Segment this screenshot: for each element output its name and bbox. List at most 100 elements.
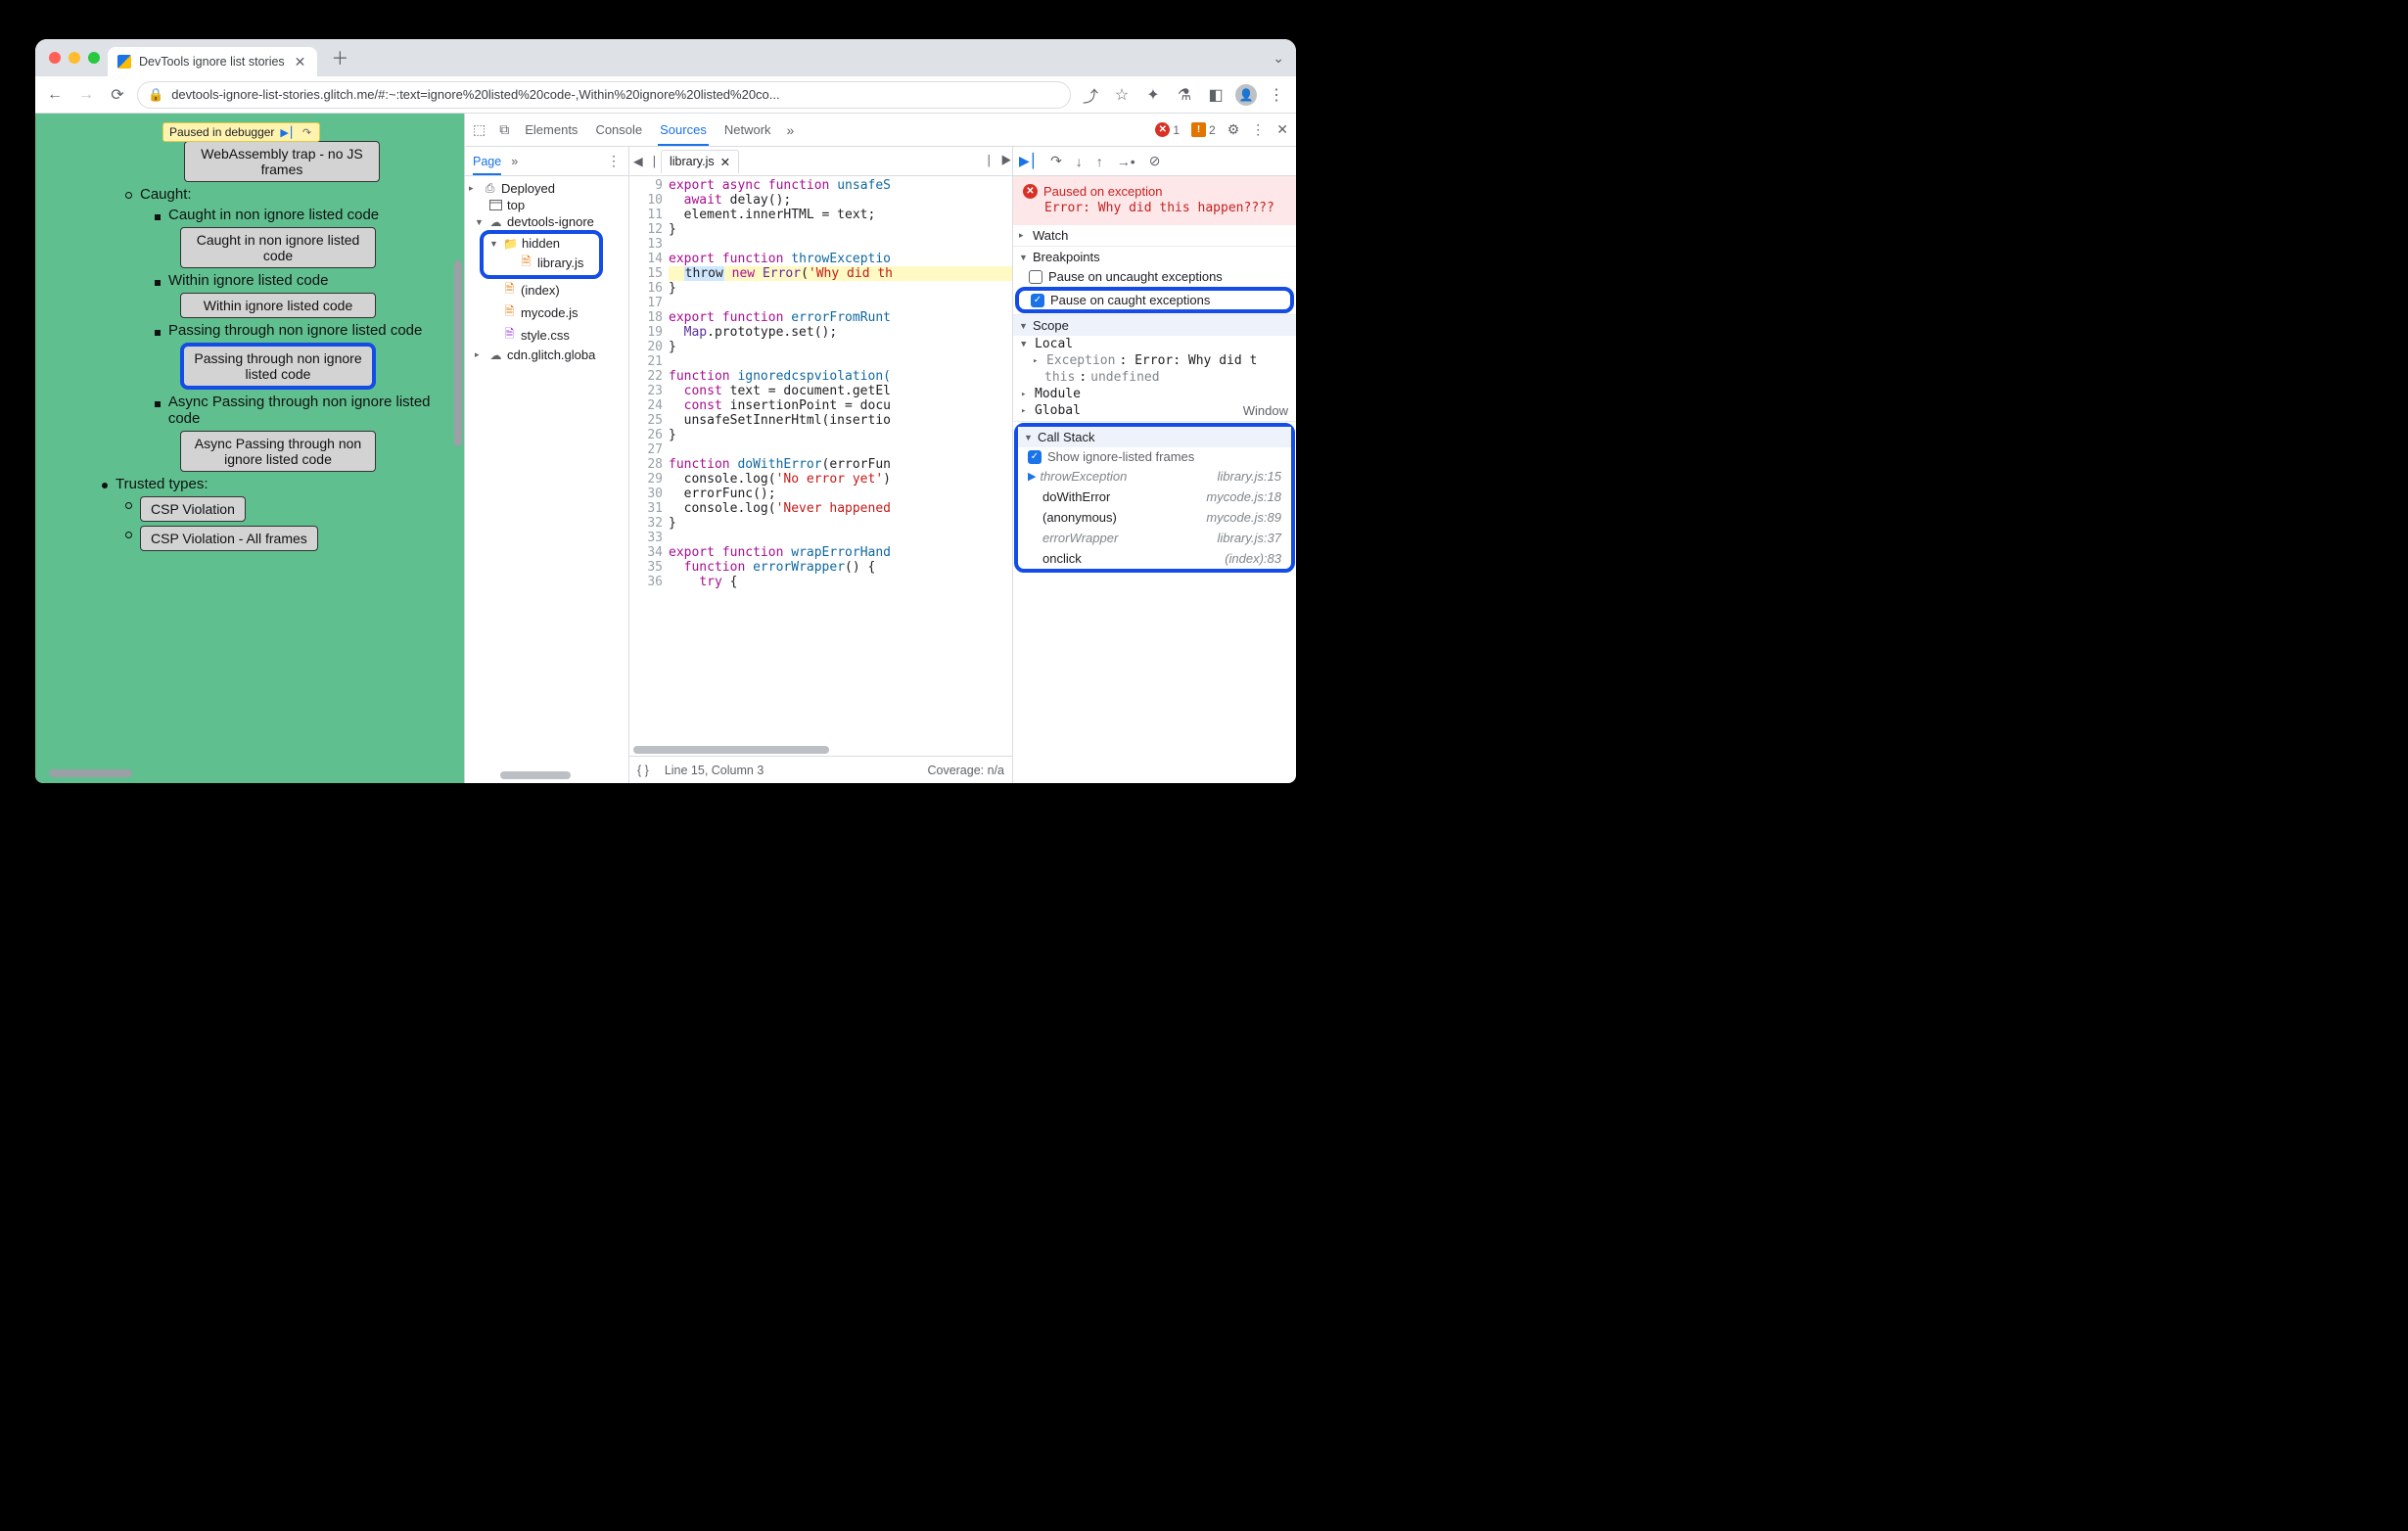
page-scrollbar-horizontal[interactable] bbox=[49, 769, 132, 777]
wasm-trap-button[interactable]: WebAssembly trap - no JS frames bbox=[184, 141, 380, 182]
scope-header[interactable]: ▼Scope bbox=[1013, 315, 1296, 336]
tree-deployed[interactable]: ▸⎙Deployed bbox=[467, 180, 626, 197]
resume-icon[interactable]: ▶⎮ bbox=[280, 125, 294, 139]
device-toggle-button[interactable]: ⧉ bbox=[499, 121, 509, 138]
close-devtools-button[interactable]: ✕ bbox=[1276, 121, 1288, 138]
bullet-icon bbox=[155, 330, 161, 336]
deactivate-breakpoints-button[interactable]: ⊘ bbox=[1149, 153, 1161, 169]
back-button[interactable]: ← bbox=[43, 83, 67, 107]
scope-this[interactable]: this: undefined bbox=[1017, 369, 1292, 386]
call-stack-frame[interactable]: ▶throwExceptionlibrary.js:15 bbox=[1018, 466, 1291, 487]
step-over-icon[interactable]: ↷ bbox=[300, 125, 313, 139]
resume-button[interactable]: ▶⎮ bbox=[1019, 153, 1037, 169]
pause-uncaught-row[interactable]: Pause on uncaught exceptions bbox=[1013, 267, 1296, 286]
cursor-position: Line 15, Column 3 bbox=[665, 764, 764, 777]
browser-menu-button[interactable]: ⋮ bbox=[1265, 83, 1288, 107]
js-file-icon: 🗎 bbox=[502, 302, 517, 323]
tree-cdn[interactable]: ▸☁cdn.glitch.globa bbox=[467, 347, 626, 363]
page-viewport: Paused in debugger ▶⎮ ↷ WebAssembly trap… bbox=[35, 114, 465, 783]
scope-global[interactable]: ▸GlobalWindow bbox=[1017, 402, 1292, 419]
tab-elements[interactable]: Elements bbox=[523, 114, 579, 146]
editor-tab-library[interactable]: library.js ✕ bbox=[661, 150, 739, 173]
async-passing-button[interactable]: Async Passing through non ignore listed … bbox=[180, 431, 376, 472]
call-stack-header[interactable]: ▼Call Stack bbox=[1018, 427, 1291, 447]
code-editor: ◀⎹ library.js ✕ ⎸▶ 910111213141516171819… bbox=[629, 147, 1013, 783]
step-out-button[interactable]: ↑ bbox=[1096, 154, 1103, 169]
inspect-element-button[interactable]: ⬚ bbox=[473, 121, 486, 138]
navigator-menu-button[interactable]: ⋮ bbox=[607, 153, 621, 169]
labs-button[interactable]: ⚗ bbox=[1173, 83, 1196, 107]
tab-page[interactable]: Page bbox=[473, 148, 501, 175]
code-area[interactable]: 9101112131415161718192021222324252627282… bbox=[629, 176, 1012, 756]
close-tab-button[interactable]: ✕ bbox=[293, 54, 308, 70]
scope-section: ▼Scope ▼Local ▸Exception: Error: Why did… bbox=[1013, 315, 1296, 422]
tab-sources[interactable]: Sources bbox=[658, 114, 709, 146]
tree-mycode-file[interactable]: 🗎mycode.js bbox=[467, 302, 626, 324]
bullet-icon bbox=[125, 192, 132, 199]
breakpoints-header[interactable]: ▼Breakpoints bbox=[1013, 247, 1296, 267]
scope-local[interactable]: ▼Local bbox=[1017, 336, 1292, 352]
close-tab-icon[interactable]: ✕ bbox=[720, 155, 730, 169]
tree-scrollbar-horizontal[interactable] bbox=[500, 771, 571, 779]
settings-button[interactable]: ⚙ bbox=[1227, 121, 1240, 138]
tree-hidden-folder[interactable]: ▼📁hidden bbox=[484, 235, 599, 252]
bookmark-button[interactable]: ☆ bbox=[1110, 83, 1134, 107]
bullet-icon bbox=[155, 214, 161, 220]
extensions-button[interactable]: ✦ bbox=[1141, 83, 1165, 107]
tree-index-file[interactable]: 🗎(index) bbox=[467, 279, 626, 302]
passing-through-button[interactable]: Passing through non ignore listed code bbox=[180, 343, 376, 390]
pause-caught-highlight: ✓Pause on caught exceptions bbox=[1015, 287, 1294, 313]
reload-button[interactable]: ⟳ bbox=[106, 83, 129, 107]
tree-top[interactable]: top bbox=[467, 197, 626, 213]
call-stack-frame[interactable]: doWithErrormycode.js:18 bbox=[1018, 487, 1291, 507]
scope-module[interactable]: ▸Module bbox=[1017, 386, 1292, 402]
csp-violation-button[interactable]: CSP Violation bbox=[140, 496, 246, 522]
tab-console[interactable]: Console bbox=[593, 114, 644, 146]
sources-navigator: Page » ⋮ ▸⎙Deployed top ▼☁devtools-ignor… bbox=[465, 147, 629, 783]
nav-fwd-button[interactable]: ⎸▶ bbox=[989, 154, 1008, 168]
tree-library-file[interactable]: 🗎library.js bbox=[484, 252, 599, 274]
call-stack-frame[interactable]: (anonymous)mycode.js:89 bbox=[1018, 507, 1291, 528]
profile-avatar[interactable]: 👤 bbox=[1235, 84, 1257, 106]
errors-count[interactable]: ✕1 bbox=[1155, 122, 1180, 137]
side-panel-button[interactable]: ◧ bbox=[1204, 83, 1227, 107]
show-ignore-listed-row[interactable]: ✓Show ignore-listed frames bbox=[1018, 447, 1291, 466]
more-tabs-button[interactable]: » bbox=[511, 155, 518, 168]
call-stack-frame[interactable]: errorWrapperlibrary.js:37 bbox=[1018, 528, 1291, 548]
new-tab-button[interactable]: ＋ bbox=[325, 45, 354, 70]
scope-exception[interactable]: ▸Exception: Error: Why did t bbox=[1017, 352, 1292, 369]
csp-violation-all-button[interactable]: CSP Violation - All frames bbox=[140, 526, 318, 551]
browser-tab[interactable]: DevTools ignore list stories ✕ bbox=[108, 47, 317, 76]
checkbox-checked[interactable]: ✓ bbox=[1028, 450, 1042, 464]
url-text: devtools-ignore-list-stories.glitch.me/#… bbox=[171, 87, 779, 102]
call-stack-frame[interactable]: onclick(index):83 bbox=[1018, 548, 1291, 569]
page-scrollbar-vertical[interactable] bbox=[454, 260, 462, 446]
tree-domain[interactable]: ▼☁devtools-ignore bbox=[467, 213, 626, 230]
devtools-menu-button[interactable]: ⋮ bbox=[1251, 121, 1265, 138]
warnings-count[interactable]: !2 bbox=[1191, 122, 1216, 137]
tab-network[interactable]: Network bbox=[722, 114, 773, 146]
nav-back-button[interactable]: ◀⎹ bbox=[633, 154, 653, 169]
checkbox-checked[interactable]: ✓ bbox=[1031, 294, 1044, 307]
warning-icon: ! bbox=[1191, 122, 1206, 137]
step-into-button[interactable]: ↓ bbox=[1076, 154, 1083, 169]
watch-header[interactable]: ▸Watch bbox=[1013, 225, 1296, 246]
step-button[interactable]: →• bbox=[1117, 154, 1135, 169]
minimize-window-button[interactable] bbox=[69, 52, 80, 64]
caught-non-ignore-button[interactable]: Caught in non ignore listed code bbox=[180, 227, 376, 268]
format-button[interactable]: { } bbox=[637, 764, 649, 777]
close-window-button[interactable] bbox=[49, 52, 61, 64]
checkbox-unchecked[interactable] bbox=[1029, 270, 1042, 284]
address-bar[interactable]: 🔒 devtools-ignore-list-stories.glitch.me… bbox=[137, 81, 1071, 109]
within-ignore-button[interactable]: Within ignore listed code bbox=[180, 293, 376, 318]
step-over-button[interactable]: ↷ bbox=[1050, 153, 1062, 169]
maximize-window-button[interactable] bbox=[88, 52, 100, 64]
coverage-text: Coverage: n/a bbox=[927, 764, 1004, 777]
share-button[interactable]: ⤴ bbox=[1079, 83, 1102, 107]
tabs-dropdown-button[interactable]: ⌄ bbox=[1273, 50, 1288, 67]
tree-style-file[interactable]: 🗎style.css bbox=[467, 324, 626, 347]
forward-button[interactable]: → bbox=[74, 83, 98, 107]
more-tabs-button[interactable]: » bbox=[787, 122, 795, 138]
pause-caught-row[interactable]: ✓Pause on caught exceptions bbox=[1019, 291, 1290, 309]
editor-scrollbar-horizontal[interactable] bbox=[633, 746, 829, 754]
